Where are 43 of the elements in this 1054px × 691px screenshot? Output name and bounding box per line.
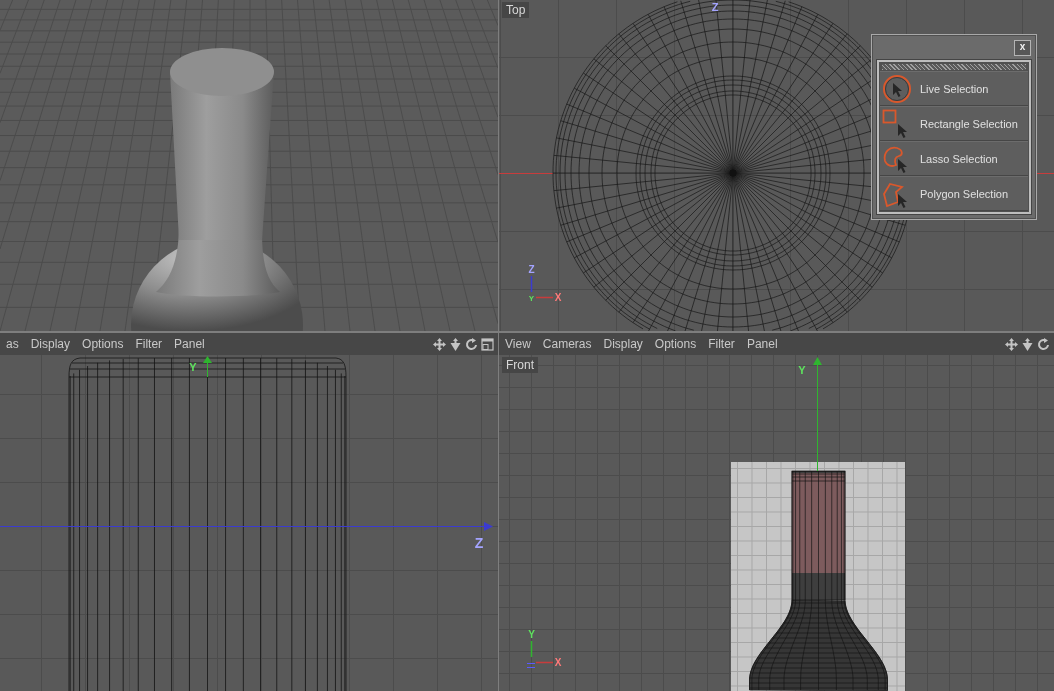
axis-line [535,296,554,299]
palette-item[interactable]: Rectangle Selection [880,106,1028,141]
axis-label: Y [189,361,197,373]
menu-item[interactable]: Panel [740,333,784,355]
menu-item[interactable]: View [499,333,537,355]
menu-item[interactable]: Cameras [536,333,598,355]
view-label: Front [502,357,538,373]
circle-cursor-icon[interactable] [882,73,912,104]
down-arrow-icon[interactable] [1021,337,1034,351]
axis-label: Y [798,364,806,376]
move-icon[interactable] [1005,337,1018,351]
view-label: Top [502,2,530,18]
axis-label: X [554,292,562,303]
palette-item[interactable]: Polygon Selection [880,176,1028,211]
axis-marker-icon [526,662,536,669]
rotate-icon[interactable] [465,337,478,351]
menu-item[interactable]: Options [648,333,703,355]
move-icon[interactable] [433,337,446,351]
axis-line [499,173,554,174]
window-icon[interactable] [481,337,494,351]
palette-item[interactable]: Lasso Selection [880,141,1028,176]
axis-label: Y [528,629,535,640]
axis-label: Z [711,1,719,13]
drag-handle[interactable] [882,64,1026,70]
menu-item[interactable]: Filter [129,333,169,355]
axis-label: X [554,657,562,668]
rotate-icon[interactable] [1037,337,1050,351]
axis-label: Z [474,535,484,551]
menu-item[interactable]: Filter [702,333,741,355]
axis-line [530,275,533,293]
close-button[interactable]: x [1014,40,1031,56]
axis-label: Y [528,294,535,303]
axis-arrow [203,356,212,378]
palette-item[interactable]: Live Selection [880,71,1028,106]
menu-item[interactable]: as [0,333,25,355]
menu-item[interactable]: Display [24,333,77,355]
menu-item[interactable]: Options [76,333,130,355]
axis-line [535,661,554,664]
down-arrow-icon[interactable] [449,337,462,351]
axis-label: Z [528,264,535,275]
menu-item[interactable]: Display [597,333,649,355]
axis-line [530,640,533,658]
menu-item[interactable]: Panel [168,333,211,355]
